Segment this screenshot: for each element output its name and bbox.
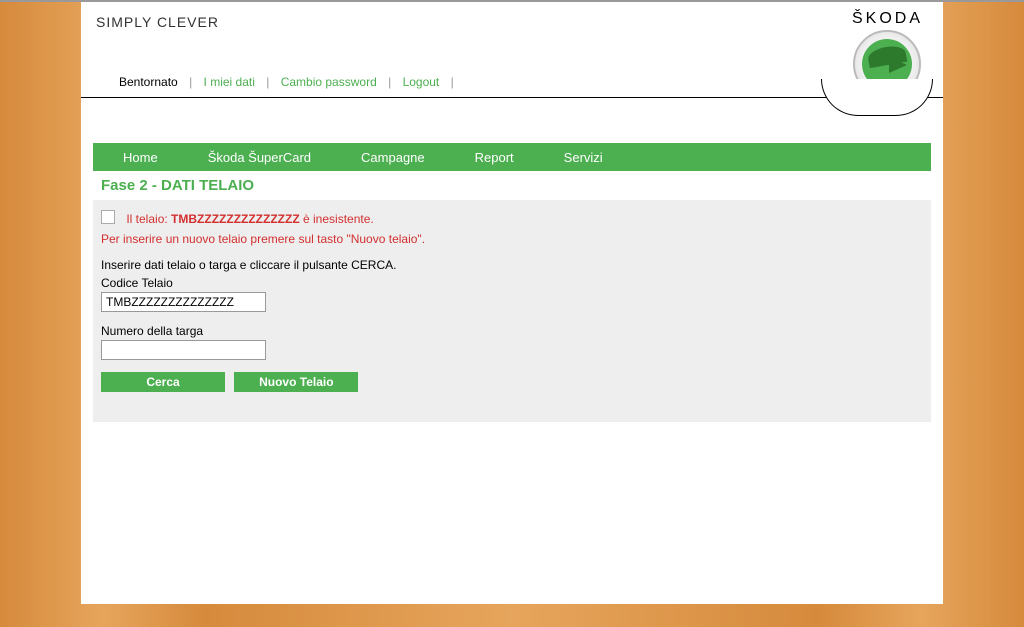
top-nav: Bentornato | I miei dati | Cambio passwo… bbox=[119, 75, 462, 89]
logout-link[interactable]: Logout bbox=[403, 75, 440, 89]
slogan: SIMPLY CLEVER bbox=[96, 14, 219, 30]
form-instruction: Inserire dati telaio o targa e cliccare … bbox=[101, 258, 923, 272]
footer-space bbox=[93, 434, 931, 574]
header-divider bbox=[81, 97, 943, 98]
nav-report[interactable]: Report bbox=[450, 144, 539, 171]
error-message-2: Per inserire un nuovo telaio premere sul… bbox=[101, 232, 923, 246]
nav-home[interactable]: Home bbox=[98, 144, 183, 171]
main-nav: Home Škoda ŠuperCard Campagne Report Ser… bbox=[93, 143, 931, 171]
my-data-link[interactable]: I miei dati bbox=[204, 75, 255, 89]
error-checkbox-icon bbox=[101, 210, 115, 224]
welcome-label: Bentornato bbox=[119, 75, 178, 89]
main-body: Home Škoda ŠuperCard Campagne Report Ser… bbox=[81, 98, 943, 574]
nuovo-telaio-button[interactable]: Nuovo Telaio bbox=[234, 372, 358, 392]
change-password-link[interactable]: Cambio password bbox=[281, 75, 377, 89]
numero-targa-label: Numero della targa bbox=[101, 324, 923, 338]
error-message-1: Il telaio: TMBZZZZZZZZZZZZZZ è inesisten… bbox=[101, 210, 923, 230]
nav-supercard[interactable]: Škoda ŠuperCard bbox=[183, 144, 336, 171]
section-title: Fase 2 - DATI TELAIO bbox=[93, 171, 931, 200]
numero-targa-input[interactable] bbox=[101, 340, 266, 360]
header: SIMPLY CLEVER ŠKODA Bentornato | I miei … bbox=[81, 2, 943, 97]
content-panel: Il telaio: TMBZZZZZZZZZZZZZZ è inesisten… bbox=[93, 200, 931, 422]
codice-telaio-input[interactable] bbox=[101, 292, 266, 312]
codice-telaio-label: Codice Telaio bbox=[101, 276, 923, 290]
cerca-button[interactable]: Cerca bbox=[101, 372, 225, 392]
bottom-pad bbox=[81, 574, 943, 604]
brand-text: ŠKODA bbox=[852, 10, 923, 28]
nav-campagne[interactable]: Campagne bbox=[336, 144, 450, 171]
page-container: SIMPLY CLEVER ŠKODA Bentornato | I miei … bbox=[81, 2, 943, 604]
nav-servizi[interactable]: Servizi bbox=[539, 144, 628, 171]
button-row: Cerca Nuovo Telaio bbox=[101, 372, 923, 392]
